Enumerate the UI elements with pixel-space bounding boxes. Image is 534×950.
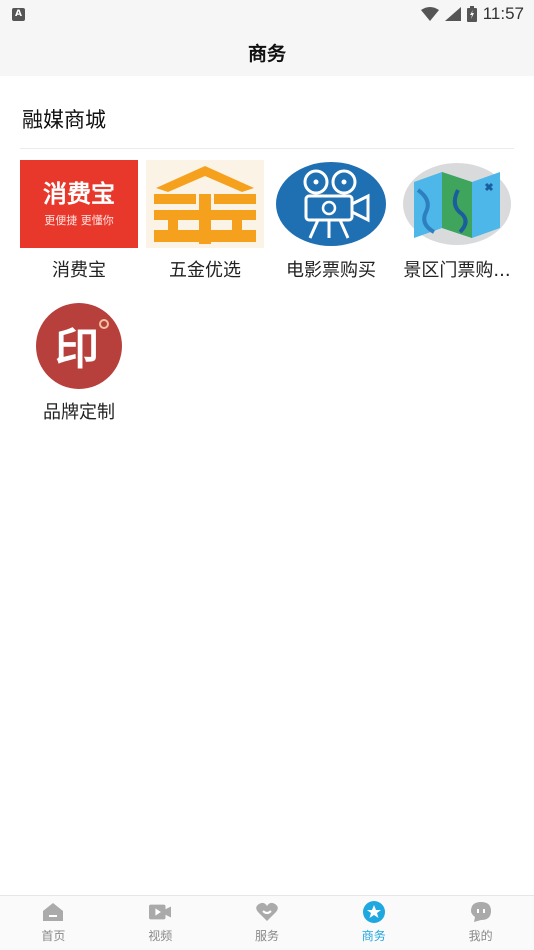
xiaofeibao-logo-icon: 消费宝 更便捷 更懂你: [20, 160, 138, 248]
movie-camera-icon: [272, 160, 390, 248]
nav-item-service[interactable]: 服务: [214, 896, 321, 950]
wifi-icon: [420, 7, 439, 21]
battery-icon: [466, 6, 477, 22]
hardware-logo-icon: [146, 160, 264, 248]
app-header: 商务: [0, 28, 534, 76]
item-label: 电影票购买: [286, 260, 376, 281]
item-label: 五金优选: [169, 260, 241, 281]
status-bar: A 11:57: [0, 0, 534, 28]
item-label: 消费宝: [52, 260, 106, 281]
notification-a-icon: A: [12, 7, 25, 21]
video-icon: [149, 901, 172, 923]
map-icon: [398, 160, 516, 248]
nav-item-home[interactable]: 首页: [0, 896, 107, 950]
nav-label: 视频: [148, 929, 173, 943]
item-label: 品牌定制: [43, 402, 115, 423]
page-title: 商务: [247, 42, 286, 65]
nav-item-profile[interactable]: 我的: [427, 896, 534, 950]
item-label: 景区门票购...: [403, 260, 511, 281]
svg-text:更便捷 更懂你: 更便捷 更懂你: [44, 213, 114, 227]
grid-item-wujin[interactable]: 五金优选: [142, 160, 268, 282]
star-circle-icon: [362, 901, 385, 923]
signal-icon: [444, 7, 461, 21]
grid-item-xiaofeibao[interactable]: 消费宝 更便捷 更懂你 消费宝: [16, 160, 142, 282]
profile-icon: [470, 901, 492, 923]
nav-label: 我的: [468, 929, 493, 943]
grid-item-brand-custom[interactable]: 印 品牌定制: [16, 302, 142, 424]
nav-label: 首页: [41, 929, 66, 943]
home-icon: [42, 901, 64, 923]
svg-text:消费宝: 消费宝: [43, 180, 115, 208]
nav-item-business[interactable]: 商务: [320, 896, 427, 950]
section-divider: [20, 148, 514, 149]
grid-item-movie-ticket[interactable]: 电影票购买: [268, 160, 394, 282]
svg-text:印: 印: [55, 324, 99, 375]
grid-item-scenic-ticket[interactable]: 景区门票购...: [394, 160, 520, 282]
bottom-nav: 首页 视频 服务 商务 我的: [0, 895, 534, 950]
brand-seal-icon: 印: [20, 302, 138, 390]
nav-label: 服务: [254, 929, 279, 943]
nav-item-video[interactable]: 视频: [107, 896, 214, 950]
nav-label: 商务: [361, 929, 386, 943]
heart-icon: [256, 901, 278, 923]
section-title: 融媒商城: [22, 108, 106, 132]
status-time: 11:57: [482, 4, 524, 23]
